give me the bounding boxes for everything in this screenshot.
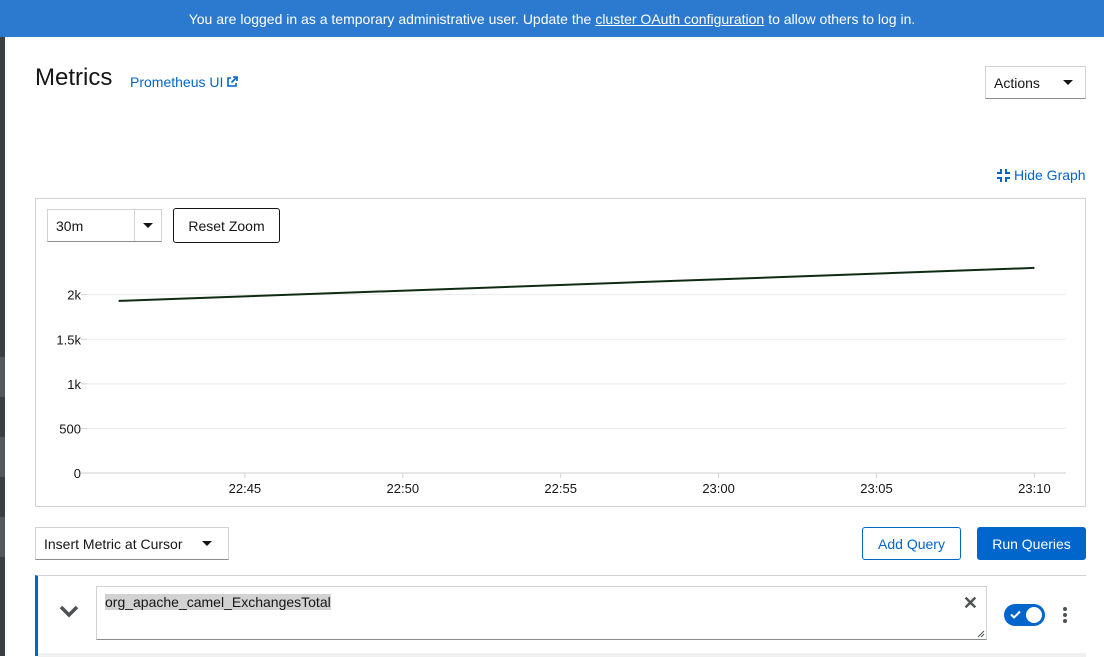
kebab-menu-icon[interactable] (1058, 603, 1072, 627)
cluster-oauth-link[interactable]: cluster OAuth configuration (595, 11, 764, 27)
graph-panel: 30m Reset Zoom 0 500 1k 1.5k 2k 22:45 22:50 22:… (35, 198, 1086, 507)
insert-metric-label: Insert Metric at Cursor (44, 535, 183, 552)
toggle-knob (1026, 607, 1042, 623)
x-tick-label: 22:50 (387, 481, 420, 496)
prometheus-ui-link[interactable]: Prometheus UI (130, 74, 239, 90)
series-line (118, 266, 1035, 302)
page-title: Metrics (35, 64, 113, 91)
external-link-icon (227, 76, 239, 87)
compress-icon (997, 168, 1010, 182)
query-row-divider (38, 653, 1086, 657)
left-nav-edge (0, 37, 5, 656)
query-enabled-toggle[interactable] (1004, 604, 1045, 626)
banner-text-prefix: You are logged in as a temporary adminis… (188, 10, 592, 27)
prometheus-ui-label: Prometheus UI (130, 74, 224, 90)
clear-query-icon[interactable]: ✕ (963, 594, 978, 612)
metrics-chart[interactable]: 0 500 1k 1.5k 2k 22:45 22:50 22:55 23:00 23:05 23:… (36, 199, 1085, 506)
x-tick-label: 23:00 (702, 481, 735, 496)
add-query-button[interactable]: Add Query (862, 527, 961, 560)
resize-handle-icon[interactable] (977, 630, 985, 638)
admin-notice-banner: You are logged in as a temporary adminis… (0, 0, 1104, 37)
y-tick-label: 1.5k (56, 332, 81, 347)
check-icon (1010, 610, 1021, 619)
query-expression-text: org_apache_camel_ExchangesTotal (105, 594, 331, 610)
banner-text-suffix: to allow others to log in. (768, 10, 916, 27)
x-tick-label: 22:45 (229, 481, 262, 496)
x-tick-label: 23:10 (1018, 481, 1051, 496)
actions-dropdown[interactable]: Actions (985, 66, 1086, 99)
chevron-down-icon[interactable] (58, 603, 80, 619)
y-tick-label: 0 (74, 466, 81, 481)
run-queries-button[interactable]: Run Queries (977, 527, 1086, 560)
query-row: org_apache_camel_ExchangesTotal ✕ (35, 575, 1086, 657)
caret-down-icon (1063, 80, 1073, 85)
hide-graph-label: Hide Graph (1014, 167, 1086, 183)
x-tick-label: 23:05 (860, 481, 893, 496)
y-tick-label: 500 (59, 421, 81, 436)
query-expression-input[interactable]: org_apache_camel_ExchangesTotal ✕ (96, 586, 987, 640)
x-tick-label: 22:55 (544, 481, 577, 496)
caret-down-icon (202, 541, 212, 546)
insert-metric-dropdown[interactable]: Insert Metric at Cursor (35, 527, 229, 560)
hide-graph-button[interactable]: Hide Graph (997, 167, 1086, 183)
actions-label: Actions (994, 74, 1040, 91)
y-tick-label: 1k (67, 377, 81, 392)
y-tick-label: 2k (67, 288, 81, 303)
